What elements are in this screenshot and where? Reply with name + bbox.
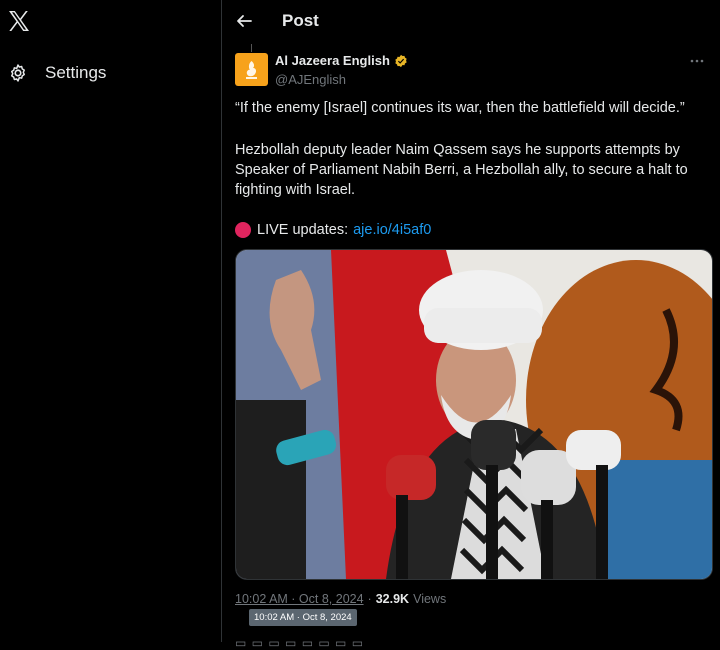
author-name[interactable]: Al Jazeera English [275, 53, 390, 68]
back-arrow-icon[interactable] [234, 11, 254, 31]
live-dot-icon [235, 222, 251, 238]
sidebar: Settings [0, 0, 222, 642]
photo-speaker-at-microphones [236, 250, 712, 579]
sidebar-item-settings[interactable]: Settings [8, 60, 106, 86]
tweet-author[interactable]: Al Jazeera English @AJEnglish [275, 53, 408, 87]
tweet-body: Hezbollah deputy leader Naim Qassem says… [235, 142, 688, 198]
thread-line [251, 44, 252, 52]
x-logo-icon[interactable] [7, 9, 31, 33]
live-updates-link[interactable]: aje.io/4i5af0 [353, 220, 431, 240]
author-handle[interactable]: @AJEnglish [275, 72, 408, 87]
views-label: Views [413, 592, 447, 606]
sidebar-item-label: Settings [45, 63, 107, 82]
views-count: 32.9K [375, 592, 410, 606]
meta-separator: · [367, 592, 372, 606]
tweet-photo[interactable] [235, 249, 713, 580]
more-icon[interactable] [688, 55, 706, 67]
tweet-meta: 10:02 AM · Oct 8, 2024 · 32.9K Views [235, 592, 446, 606]
al-jazeera-logo-icon [246, 61, 257, 79]
tweet-quote: “If the enemy [Israel] continues its war… [235, 100, 685, 116]
live-updates-line: LIVE updates: aje.io/4i5af0 [235, 220, 705, 240]
page-title: Post [282, 11, 319, 30]
engagement-bar-partial: ▭ ▭ ▭ ▭ ▭ ▭ ▭ ▭ [235, 636, 365, 650]
gear-icon [11, 64, 25, 82]
avatar[interactable] [235, 53, 268, 86]
tweet-timestamp-link[interactable]: 10:02 AM · Oct 8, 2024 [235, 592, 364, 606]
post-header: Post [222, 0, 720, 44]
live-label: LIVE updates: [257, 222, 349, 238]
verified-badge-icon [395, 54, 407, 67]
timestamp-tooltip: 10:02 AM · Oct 8, 2024 [249, 609, 357, 626]
post-column: Post Al Jazeera English @AJEnglish “If t… [222, 0, 720, 650]
